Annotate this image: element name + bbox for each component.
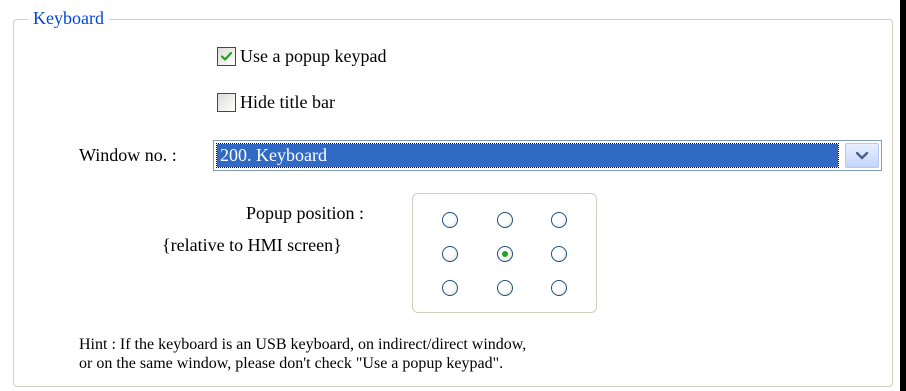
popup-position-top-left-radio[interactable] bbox=[442, 212, 458, 228]
hide-title-bar-label: Hide title bar bbox=[240, 92, 335, 112]
popup-position-bottom-center-radio[interactable] bbox=[497, 280, 513, 296]
popup-position-bottom-right-radio[interactable] bbox=[551, 280, 567, 296]
keyboard-group-legend: Keyboard bbox=[28, 6, 109, 30]
window-right-edge bbox=[900, 0, 906, 391]
window-no-selected-value[interactable]: 200. Keyboard bbox=[216, 143, 839, 168]
hide-title-bar-checkbox-row[interactable]: Hide title bar bbox=[217, 90, 335, 114]
hint-line-2: or on the same window, please don't chec… bbox=[79, 355, 504, 372]
checkmark-icon bbox=[220, 51, 233, 61]
popup-position-middle-center-radio[interactable] bbox=[497, 246, 513, 262]
window-no-dropdown-button[interactable] bbox=[845, 143, 879, 168]
popup-position-label: Popup position : bbox=[246, 203, 365, 223]
window-no-dropdown[interactable]: 200. Keyboard bbox=[213, 140, 882, 171]
window-top-edge bbox=[0, 0, 906, 6]
chevron-down-icon bbox=[855, 151, 869, 159]
popup-position-top-right-radio[interactable] bbox=[551, 212, 567, 228]
popup-position-middle-right-radio[interactable] bbox=[551, 246, 567, 262]
use-popup-keypad-checkbox[interactable] bbox=[217, 46, 236, 66]
popup-position-bottom-left-radio[interactable] bbox=[442, 280, 458, 296]
hint-text: Hint : If the keyboard is an USB keyboar… bbox=[79, 335, 526, 373]
hide-title-bar-checkbox[interactable] bbox=[217, 92, 236, 112]
use-popup-keypad-checkbox-row[interactable]: Use a popup keypad bbox=[217, 44, 386, 68]
hint-line-1: Hint : If the keyboard is an USB keyboar… bbox=[79, 336, 527, 353]
selected-dot-icon bbox=[502, 251, 508, 257]
use-popup-keypad-label: Use a popup keypad bbox=[240, 46, 387, 66]
popup-position-middle-left-radio[interactable] bbox=[442, 246, 458, 262]
window-no-label: Window no. : bbox=[79, 145, 177, 165]
popup-position-grid bbox=[412, 193, 597, 313]
popup-position-top-center-radio[interactable] bbox=[497, 212, 513, 228]
popup-position-sublabel: {relative to HMI screen} bbox=[162, 235, 342, 255]
